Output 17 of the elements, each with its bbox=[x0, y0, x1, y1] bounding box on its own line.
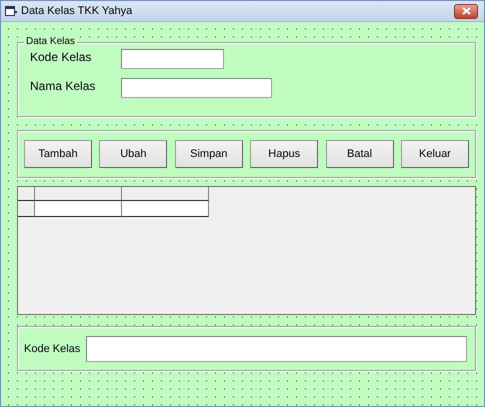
action-button[interactable]: Tambah bbox=[24, 140, 92, 168]
action-button[interactable]: Simpan bbox=[174, 140, 243, 168]
close-button[interactable] bbox=[454, 4, 478, 18]
frame-caption: Data Kelas bbox=[24, 36, 77, 47]
search-label: Kode Kelas bbox=[24, 342, 80, 354]
action-button[interactable]: Hapus bbox=[250, 140, 318, 168]
field-label: Nama Kelas bbox=[30, 78, 96, 93]
search-field[interactable] bbox=[86, 336, 468, 362]
form-icon bbox=[5, 6, 17, 16]
close-icon bbox=[462, 7, 470, 15]
action-button[interactable]: Batal bbox=[326, 140, 394, 168]
input-field[interactable] bbox=[121, 49, 224, 69]
action-button[interactable]: Keluar bbox=[400, 140, 469, 168]
action-button[interactable]: Ubah bbox=[99, 140, 168, 168]
input-field[interactable] bbox=[121, 78, 272, 98]
window-title: Data Kelas TKK Yahya bbox=[21, 5, 134, 17]
field-label: Kode Kelas bbox=[30, 49, 92, 64]
